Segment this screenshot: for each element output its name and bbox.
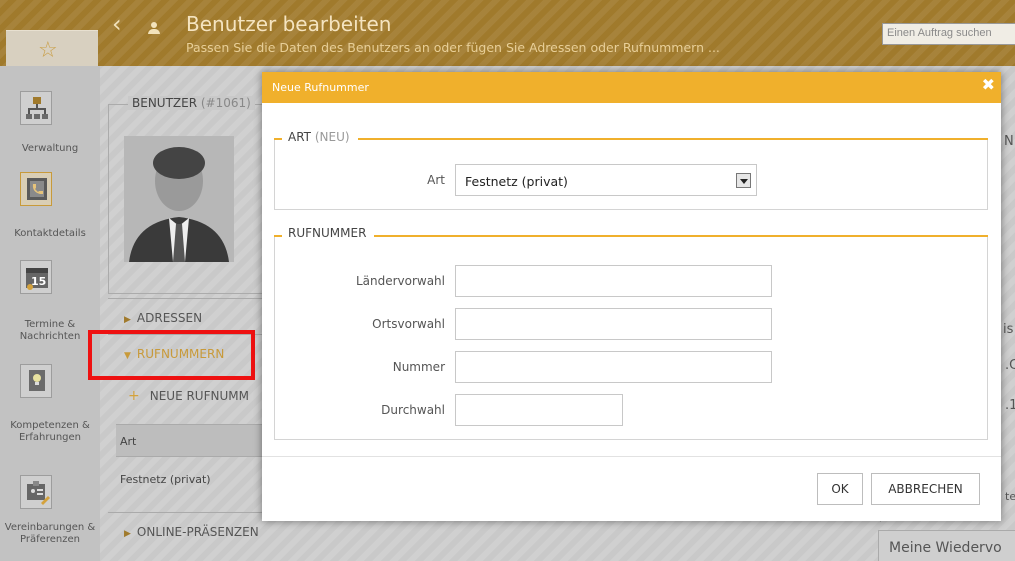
art-label: Art [427, 173, 445, 187]
right-text-5: te [1005, 490, 1015, 503]
art-fieldset-line [274, 138, 988, 140]
sidebar-item-verwaltung[interactable]: Verwaltung [0, 143, 100, 155]
user-id: (#1061) [200, 96, 251, 110]
right-text-1: NI [1004, 134, 1015, 149]
art-title: ART [288, 130, 312, 144]
star-icon[interactable]: ☆ [38, 40, 58, 62]
durchwahl-input[interactable] [455, 394, 623, 426]
new-phone-button[interactable]: + NEUE RUFNUMM [128, 388, 249, 404]
chevron-down-icon[interactable] [736, 173, 751, 188]
user-panel-title: BENUTZER (#1061) [128, 96, 255, 110]
highlight-frame [88, 330, 255, 380]
user-label: BENUTZER [132, 96, 198, 110]
dialog-header: Neue Rufnummer ✖ [262, 72, 1001, 103]
rufnummer-section-title: RUFNUMMER [282, 226, 375, 240]
page-subtitle: Passen Sie die Daten des Benutzers an od… [186, 40, 720, 55]
art-section-title: ART (NEU) [282, 130, 358, 144]
right-text-3: .C [1005, 358, 1015, 373]
durchwahl-label: Durchwahl [381, 403, 445, 417]
ortsvorwahl-label: Ortsvorwahl [372, 317, 445, 331]
app-header: ‹ Benutzer bearbeiten Passen Sie die Dat… [0, 0, 1015, 66]
ok-button[interactable]: OK [817, 473, 863, 505]
accordion-online-label: ONLINE-PRÄSENZEN [136, 525, 259, 539]
new-phone-dialog: Neue Rufnummer ✖ ART (NEU) Art Festnetz … [262, 72, 1001, 521]
back-arrow-icon[interactable]: ‹ [112, 12, 122, 36]
laendervorwahl-label: Ländervorwahl [355, 274, 445, 288]
phone-book-icon[interactable] [20, 172, 52, 206]
search-input[interactable]: Einen Auftrag suchen [882, 23, 1015, 45]
dialog-footer-divider [262, 456, 1001, 457]
plus-icon: + [128, 388, 140, 404]
cancel-button[interactable]: ABBRECHEN [871, 473, 980, 505]
table-header-art: Art [116, 424, 262, 456]
accordion-adressen-label: ADRESSEN [136, 311, 203, 325]
page-title: Benutzer bearbeiten [186, 12, 392, 36]
ortsvorwahl-input[interactable] [455, 308, 772, 340]
sidebar-item-vereinbarungen[interactable]: Vereinbarungen & Präferenzen [0, 522, 100, 546]
laendervorwahl-input[interactable] [455, 265, 772, 297]
lightbulb-icon[interactable] [20, 364, 52, 398]
nummer-label: Nummer [392, 360, 445, 374]
meine-wiedervorlagen[interactable]: Meine Wiedervo [878, 530, 1015, 561]
rufnummer-fieldset-line [274, 235, 988, 237]
table-row[interactable]: Festnetz (privat) [116, 456, 262, 500]
sidebar-item-termine[interactable]: Termine & Nachrichten [0, 319, 100, 343]
right-text-2: is [1003, 322, 1014, 337]
avatar [124, 136, 234, 262]
right-text-4: .1 [1005, 398, 1015, 413]
art-badge: (NEU) [314, 130, 350, 144]
sidebar-item-kontaktdetails[interactable]: Kontaktdetails [0, 228, 100, 240]
sidebar-item-kompetenzen[interactable]: Kompetenzen & Erfahrungen [0, 420, 100, 444]
dialog-title: Neue Rufnummer [272, 81, 369, 94]
sidebar: Verwaltung Kontaktdetails 15 Termine & N… [0, 66, 100, 561]
nummer-input[interactable] [455, 351, 772, 383]
art-select[interactable]: Festnetz (privat) [455, 164, 757, 196]
new-phone-label: NEUE RUFNUMM [149, 389, 249, 403]
svg-text:15: 15 [31, 275, 46, 288]
org-chart-icon[interactable] [20, 91, 52, 125]
user-icon [148, 22, 160, 34]
calendar-icon[interactable]: 15 [20, 260, 52, 294]
id-card-icon[interactable] [20, 475, 52, 509]
close-icon[interactable]: ✖ [982, 77, 995, 93]
